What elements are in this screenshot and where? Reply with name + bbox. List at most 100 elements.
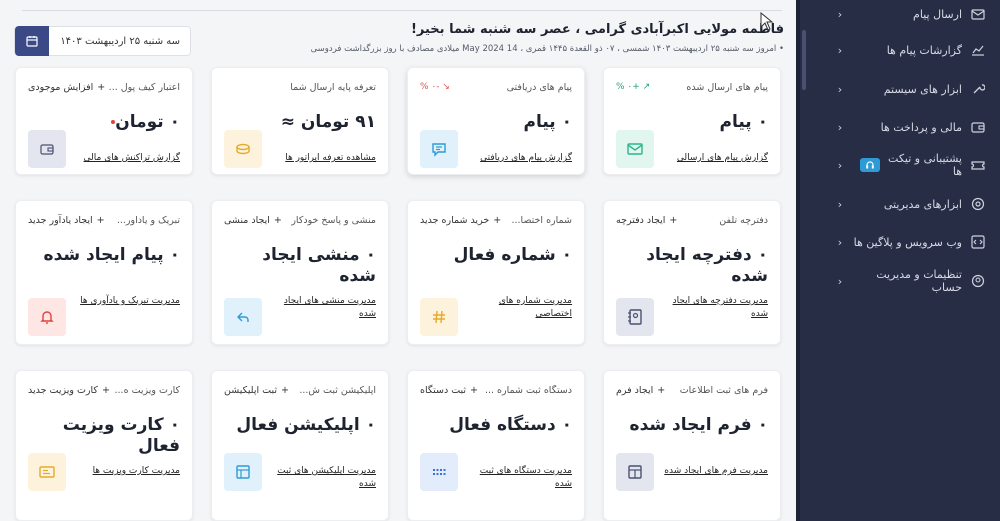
card-value: ۹۱ تومان ≈	[280, 112, 376, 132]
card-icon	[28, 453, 66, 491]
stat-card: کارت ویزیت ه... +کارت ویزیت جدید ۰ کارت وی…	[15, 370, 193, 521]
stat-card: فرم های ثبت اطلاعات +ایجاد فرم ۰ فرم ایجاد…	[603, 370, 781, 521]
sidebar-item-7[interactable]: تنظیمات و مدیریت حساب ‹	[812, 262, 1000, 300]
card-link[interactable]: مدیریت شماره های اختصاصی	[462, 295, 572, 321]
stat-card: اعتبار کیف پول ... +افزایش موجودی ۰ تومان گ…	[15, 67, 193, 175]
plus-icon: +	[669, 214, 678, 226]
plus-icon: +	[280, 384, 289, 396]
card-value-wrap: ۰ کارت ویزیت فعال	[28, 415, 180, 457]
sidebar-item-label: وب سرویس و پلاگین ها	[853, 235, 962, 249]
card-header: تعرفه پایه ارسال شما	[224, 80, 376, 94]
card-title: تعرفه پایه ارسال شما	[290, 81, 376, 93]
chevron-left-icon: ‹	[837, 7, 843, 21]
card-header: تبریک و یادآور... +ایجاد یادآور جدید	[28, 213, 180, 227]
card-link[interactable]: مدیریت اپلیکیشن های ثبت شده	[266, 465, 376, 491]
plus-icon: +	[657, 384, 666, 396]
sidebar-item-label: ارسال پیام	[913, 7, 962, 21]
card-link[interactable]: مدیریت دستگاه های ثبت شده	[462, 465, 572, 491]
card-value: ۰ اپلیکیشن فعال	[236, 415, 376, 435]
greeting-text: فاطمه مولایی اکبرآبادی گرامی ، عصر سه شن…	[410, 22, 784, 37]
plus-icon: +	[470, 384, 479, 396]
sidebar-item-6[interactable]: وب سرویس و پلاگین ها ‹	[812, 223, 1000, 261]
sidebar-edge	[796, 0, 800, 521]
date-box-text: سه شنبه ۲۵ اردیبهشت ۱۴۰۳	[60, 35, 180, 47]
bell-icon	[28, 298, 66, 336]
card-action-button[interactable]: +خرید شماره جدید	[420, 215, 501, 226]
sidebar-item-2[interactable]: ابزار های سیستم ‹	[812, 70, 1000, 108]
mouse-cursor-icon	[760, 12, 774, 31]
card-value: ۰ دستگاه فعال	[449, 415, 572, 435]
card-action-button[interactable]: +ثبت دستگاه	[420, 385, 478, 396]
wallet-icon	[970, 119, 986, 135]
card-value: ۰ پیام	[719, 112, 768, 132]
trend-badge: ↗ +۰ %	[616, 82, 651, 92]
card-value: ۰ پیام	[523, 112, 572, 132]
chevron-left-icon: ‹	[837, 197, 843, 211]
sidebar-item-5[interactable]: ابزارهای مدیریتی ‹	[812, 185, 1000, 223]
card-value: ۰ دفترچه ایجاد شده	[646, 245, 768, 286]
stat-card: شماره اختصا... +خرید شماره جدید ۰ شماره فع…	[407, 200, 585, 345]
sidebar-item-label: تنظیمات و مدیریت حساب	[876, 268, 962, 294]
device-icon	[420, 453, 458, 491]
card-link[interactable]: گزارش پیام های دریافتی	[462, 152, 572, 165]
card-action-button[interactable]: +ثبت اپلیکیشن	[224, 385, 289, 396]
app-icon	[224, 453, 262, 491]
form-icon	[616, 453, 654, 491]
card-action-button[interactable]: +ایجاد یادآور جدید	[28, 215, 105, 226]
calendar-button[interactable]	[15, 26, 49, 56]
card-action-button[interactable]: +ایجاد منشی	[224, 215, 282, 226]
plus-icon: +	[493, 214, 502, 226]
sidebar-item-label: ابزار های سیستم	[883, 82, 962, 96]
sidebar-scrollbar[interactable]	[802, 30, 806, 90]
card-link[interactable]: مشاهده تعرفه اپراتور ها	[266, 152, 376, 165]
sent-mail-icon	[616, 130, 654, 168]
sidebar-item-label: مالی و پرداخت ها	[880, 120, 962, 134]
card-action-button[interactable]: +ایجاد فرم	[616, 385, 665, 396]
card-header: شماره اختصا... +خرید شماره جدید	[420, 213, 572, 227]
card-title: فرم های ثبت اطلاعات	[679, 384, 768, 396]
card-link[interactable]: مدیریت منشی های ایجاد شده	[266, 295, 376, 321]
stat-card: دستگاه ثبت شماره ... +ثبت دستگاه ۰ دستگاه …	[407, 370, 585, 521]
top-divider	[22, 10, 782, 11]
card-link[interactable]: گزارش پیام های ارسالی	[658, 152, 768, 165]
card-value: ۰ منشی ایجاد شده	[262, 245, 376, 286]
card-value: ۰ تومان	[115, 112, 180, 132]
sidebar-item-0[interactable]: ارسال پیام ‹	[812, 0, 1000, 33]
stat-card: اپلیکیشن ثبت ش... +ثبت اپلیکیشن ۰ اپلیکیشن…	[211, 370, 389, 521]
ticket-icon	[970, 157, 986, 173]
code-icon	[970, 234, 986, 250]
chevron-left-icon: ‹	[837, 43, 843, 57]
card-link[interactable]: مدیریت فرم های ایجاد شده	[658, 465, 768, 478]
card-link[interactable]: مدیریت تبریک و یادآوری ها	[70, 295, 180, 308]
stat-card: تعرفه پایه ارسال شما ۹۱ تومان ≈ مشاهده تعر…	[211, 67, 389, 175]
chevron-left-icon: ‹	[837, 158, 843, 172]
card-value-wrap: ۰ دستگاه فعال	[420, 415, 572, 436]
wallet-icon	[28, 130, 66, 168]
sidebar-item-3[interactable]: مالی و پرداخت ها ‹	[812, 108, 1000, 146]
card-title: دستگاه ثبت شماره ...	[484, 384, 572, 396]
card-action-button[interactable]: +کارت ویزیت جدید	[28, 385, 110, 396]
card-header: دستگاه ثبت شماره ... +ثبت دستگاه	[420, 383, 572, 397]
card-action-button[interactable]: +افزایش موجودی	[28, 82, 105, 93]
card-header: منشی و پاسخ خودکار +ایجاد منشی	[224, 213, 376, 227]
sidebar-item-4[interactable]: پشتیبانی و تیکت ها ‹	[812, 146, 1000, 184]
date-box[interactable]: سه شنبه ۲۵ اردیبهشت ۱۴۰۳	[14, 26, 191, 56]
chevron-left-icon: ‹	[837, 235, 843, 249]
headset-icon	[860, 158, 880, 172]
card-action-button[interactable]: +ایجاد دفترچه	[616, 215, 677, 226]
sidebar-item-1[interactable]: گزارشات پیام ها ‹	[812, 31, 1000, 69]
calendar-icon	[26, 36, 38, 47]
plus-icon: +	[101, 384, 110, 396]
sidebar-item-label: پشتیبانی و تیکت ها	[888, 152, 962, 178]
tools-icon	[970, 81, 986, 97]
card-link[interactable]: مدیریت دفترچه های ایجاد شده	[658, 295, 768, 321]
card-link[interactable]: گزارش تراکنش های مالی	[70, 152, 180, 165]
sidebar-item-label: گزارشات پیام ها	[886, 43, 962, 57]
trend-up-icon: ↗	[642, 82, 651, 92]
card-title: پیام های دریافتی	[506, 81, 572, 93]
stat-card: دفترچه تلفن +ایجاد دفترچه ۰ دفترچه ایجاد ش…	[603, 200, 781, 345]
date-info-line: • امروز سه شنبه ۲۵ اردیبهشت ۱۴۰۳ شمسی ، …	[310, 44, 784, 54]
card-value-wrap: ۰ دفترچه ایجاد شده	[616, 245, 768, 287]
card-link[interactable]: مدیریت کارت ویزیت ها	[70, 465, 180, 478]
card-value: ۰ کارت ویزیت فعال	[62, 415, 180, 456]
